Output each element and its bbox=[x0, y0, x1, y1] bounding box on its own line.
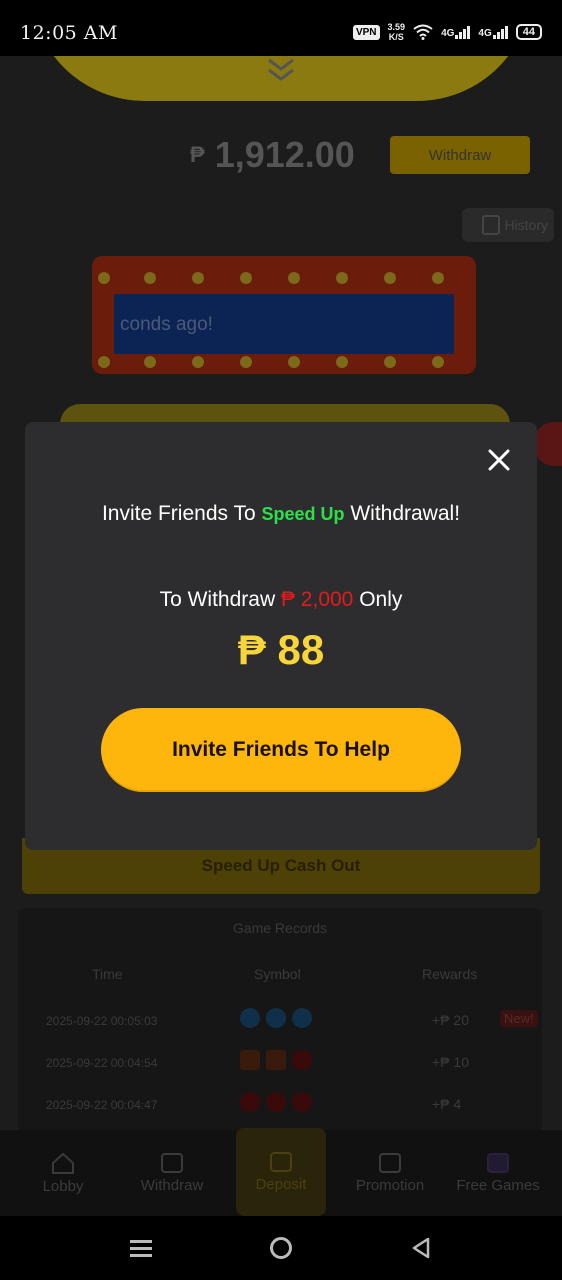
bulb bbox=[432, 356, 444, 368]
bulb bbox=[384, 356, 396, 368]
nav-label: Promotion bbox=[355, 1176, 425, 1194]
wallet-icon bbox=[161, 1152, 183, 1173]
nav-withdraw[interactable]: Withdraw bbox=[127, 1130, 217, 1216]
bulb bbox=[240, 356, 252, 368]
requirement-suffix: Only bbox=[353, 588, 403, 611]
record-reward: +₱ 10 bbox=[432, 1054, 469, 1070]
bulb bbox=[336, 356, 348, 368]
close-icon[interactable] bbox=[485, 446, 513, 474]
game-records: Game Records Time Symbol Rewards 2025-09… bbox=[18, 908, 542, 1138]
column-header-symbol: Symbol bbox=[254, 966, 301, 982]
blue-coins-icon bbox=[240, 1008, 312, 1028]
recent-apps-icon[interactable] bbox=[126, 1234, 156, 1262]
nav-label: Withdraw bbox=[140, 1176, 204, 1194]
marquee-board: conds ago! bbox=[92, 256, 476, 374]
history-label: History bbox=[504, 217, 548, 233]
chevron-down-icon[interactable] bbox=[266, 56, 296, 86]
status-time: 12:05 AM bbox=[20, 22, 118, 44]
requirement-prefix: To Withdraw bbox=[159, 588, 281, 611]
bulb bbox=[336, 272, 348, 284]
home-button[interactable] bbox=[266, 1234, 296, 1262]
record-time: 2025-09-22 00:05:03 bbox=[46, 1014, 158, 1028]
invite-friends-button[interactable]: Invite Friends To Help bbox=[101, 708, 461, 792]
battery-icon: 44 bbox=[515, 24, 542, 40]
column-header-rewards: Rewards bbox=[422, 966, 478, 982]
bulb bbox=[192, 356, 204, 368]
bulb bbox=[288, 356, 300, 368]
network-speed: 3.59 K/S bbox=[388, 22, 406, 42]
deposit-wallet-icon bbox=[270, 1151, 292, 1172]
nav-promotion[interactable]: Promotion bbox=[344, 1130, 436, 1216]
sim1-network-type: 4G bbox=[441, 27, 455, 39]
record-reward: +₱ 20 bbox=[432, 1012, 469, 1028]
balance-amount: 1,912.00 bbox=[214, 134, 355, 175]
bulb bbox=[98, 272, 110, 284]
modal-title-prefix: Invite Friends To bbox=[101, 502, 262, 525]
history-icon bbox=[482, 215, 501, 235]
nav-free-games[interactable]: Free Games bbox=[450, 1130, 546, 1216]
side-tab bbox=[534, 422, 562, 466]
bulb bbox=[432, 272, 444, 284]
nav-lobby[interactable]: Lobby bbox=[18, 1130, 108, 1216]
free-games-icon bbox=[487, 1152, 509, 1173]
nav-label: Lobby bbox=[42, 1177, 84, 1195]
balance-display: ₱ 1,912.00 bbox=[190, 134, 355, 176]
nav-label: Free Games bbox=[456, 1176, 540, 1194]
home-icon bbox=[52, 1152, 74, 1174]
back-icon[interactable] bbox=[406, 1234, 436, 1262]
record-time: 2025-09-22 00:04:47 bbox=[46, 1098, 158, 1112]
bulb bbox=[144, 356, 156, 368]
history-button[interactable]: History bbox=[462, 208, 554, 242]
bulb bbox=[288, 272, 300, 284]
bulb bbox=[240, 272, 252, 284]
bulb bbox=[144, 272, 156, 284]
bottom-nav: Lobby Withdraw Deposit Promotion Free Ga… bbox=[0, 1128, 562, 1216]
circle-home-icon bbox=[270, 1237, 292, 1259]
remaining-amount: ₱ 88 bbox=[237, 626, 325, 673]
signal-sim1-icon: 4G bbox=[441, 25, 471, 39]
cherries-icon bbox=[240, 1092, 312, 1112]
withdraw-button[interactable]: Withdraw bbox=[390, 136, 530, 174]
new-badge: New! bbox=[500, 1010, 538, 1027]
system-nav-bar bbox=[0, 1216, 562, 1280]
record-reward: +₱ 4 bbox=[432, 1096, 462, 1112]
record-time: 2025-09-22 00:04:54 bbox=[46, 1056, 158, 1070]
nav-deposit[interactable]: Deposit bbox=[236, 1128, 326, 1216]
seven-cherry-icon bbox=[240, 1050, 312, 1070]
signal-sim2-icon: 4G bbox=[478, 25, 508, 39]
requirement-amount: ₱ 2,000 bbox=[280, 588, 354, 611]
sim2-network-type: 4G bbox=[478, 27, 492, 39]
vpn-icon: VPN bbox=[352, 24, 380, 40]
invite-modal: Invite Friends To Speed Up Withdrawal! T… bbox=[25, 422, 537, 850]
marquee-screen: conds ago! bbox=[114, 294, 454, 354]
modal-title: Invite Friends To Speed Up Withdrawal! bbox=[25, 502, 537, 526]
bulb bbox=[384, 272, 396, 284]
bulb bbox=[98, 356, 110, 368]
table-row: 2025-09-22 00:04:47 +₱ 4 bbox=[18, 1086, 542, 1124]
table-row: 2025-09-22 00:04:54 +₱ 10 bbox=[18, 1044, 542, 1082]
balance-currency: ₱ bbox=[190, 142, 205, 167]
modal-title-highlight: Speed Up bbox=[261, 504, 345, 524]
network-speed-value: 3.59 bbox=[387, 22, 406, 32]
withdraw-requirement: To Withdraw ₱ 2,000 Only bbox=[25, 588, 537, 612]
modal-title-suffix: Withdrawal! bbox=[344, 502, 461, 525]
status-icons: VPN 3.59 K/S 4G 4G 44 bbox=[352, 22, 542, 42]
nav-label: Deposit bbox=[255, 1175, 307, 1193]
wifi-icon bbox=[413, 24, 433, 40]
marquee-text: conds ago! bbox=[120, 314, 213, 335]
status-bar: 12:05 AM VPN 3.59 K/S 4G 4G 44 bbox=[0, 0, 562, 56]
game-records-title: Game Records bbox=[232, 920, 328, 936]
network-speed-unit: K/S bbox=[388, 32, 404, 42]
column-header-time: Time bbox=[92, 966, 123, 982]
table-row: 2025-09-22 00:05:03 +₱ 20 New! bbox=[18, 1002, 542, 1040]
gift-icon bbox=[379, 1152, 401, 1173]
bulb bbox=[192, 272, 204, 284]
